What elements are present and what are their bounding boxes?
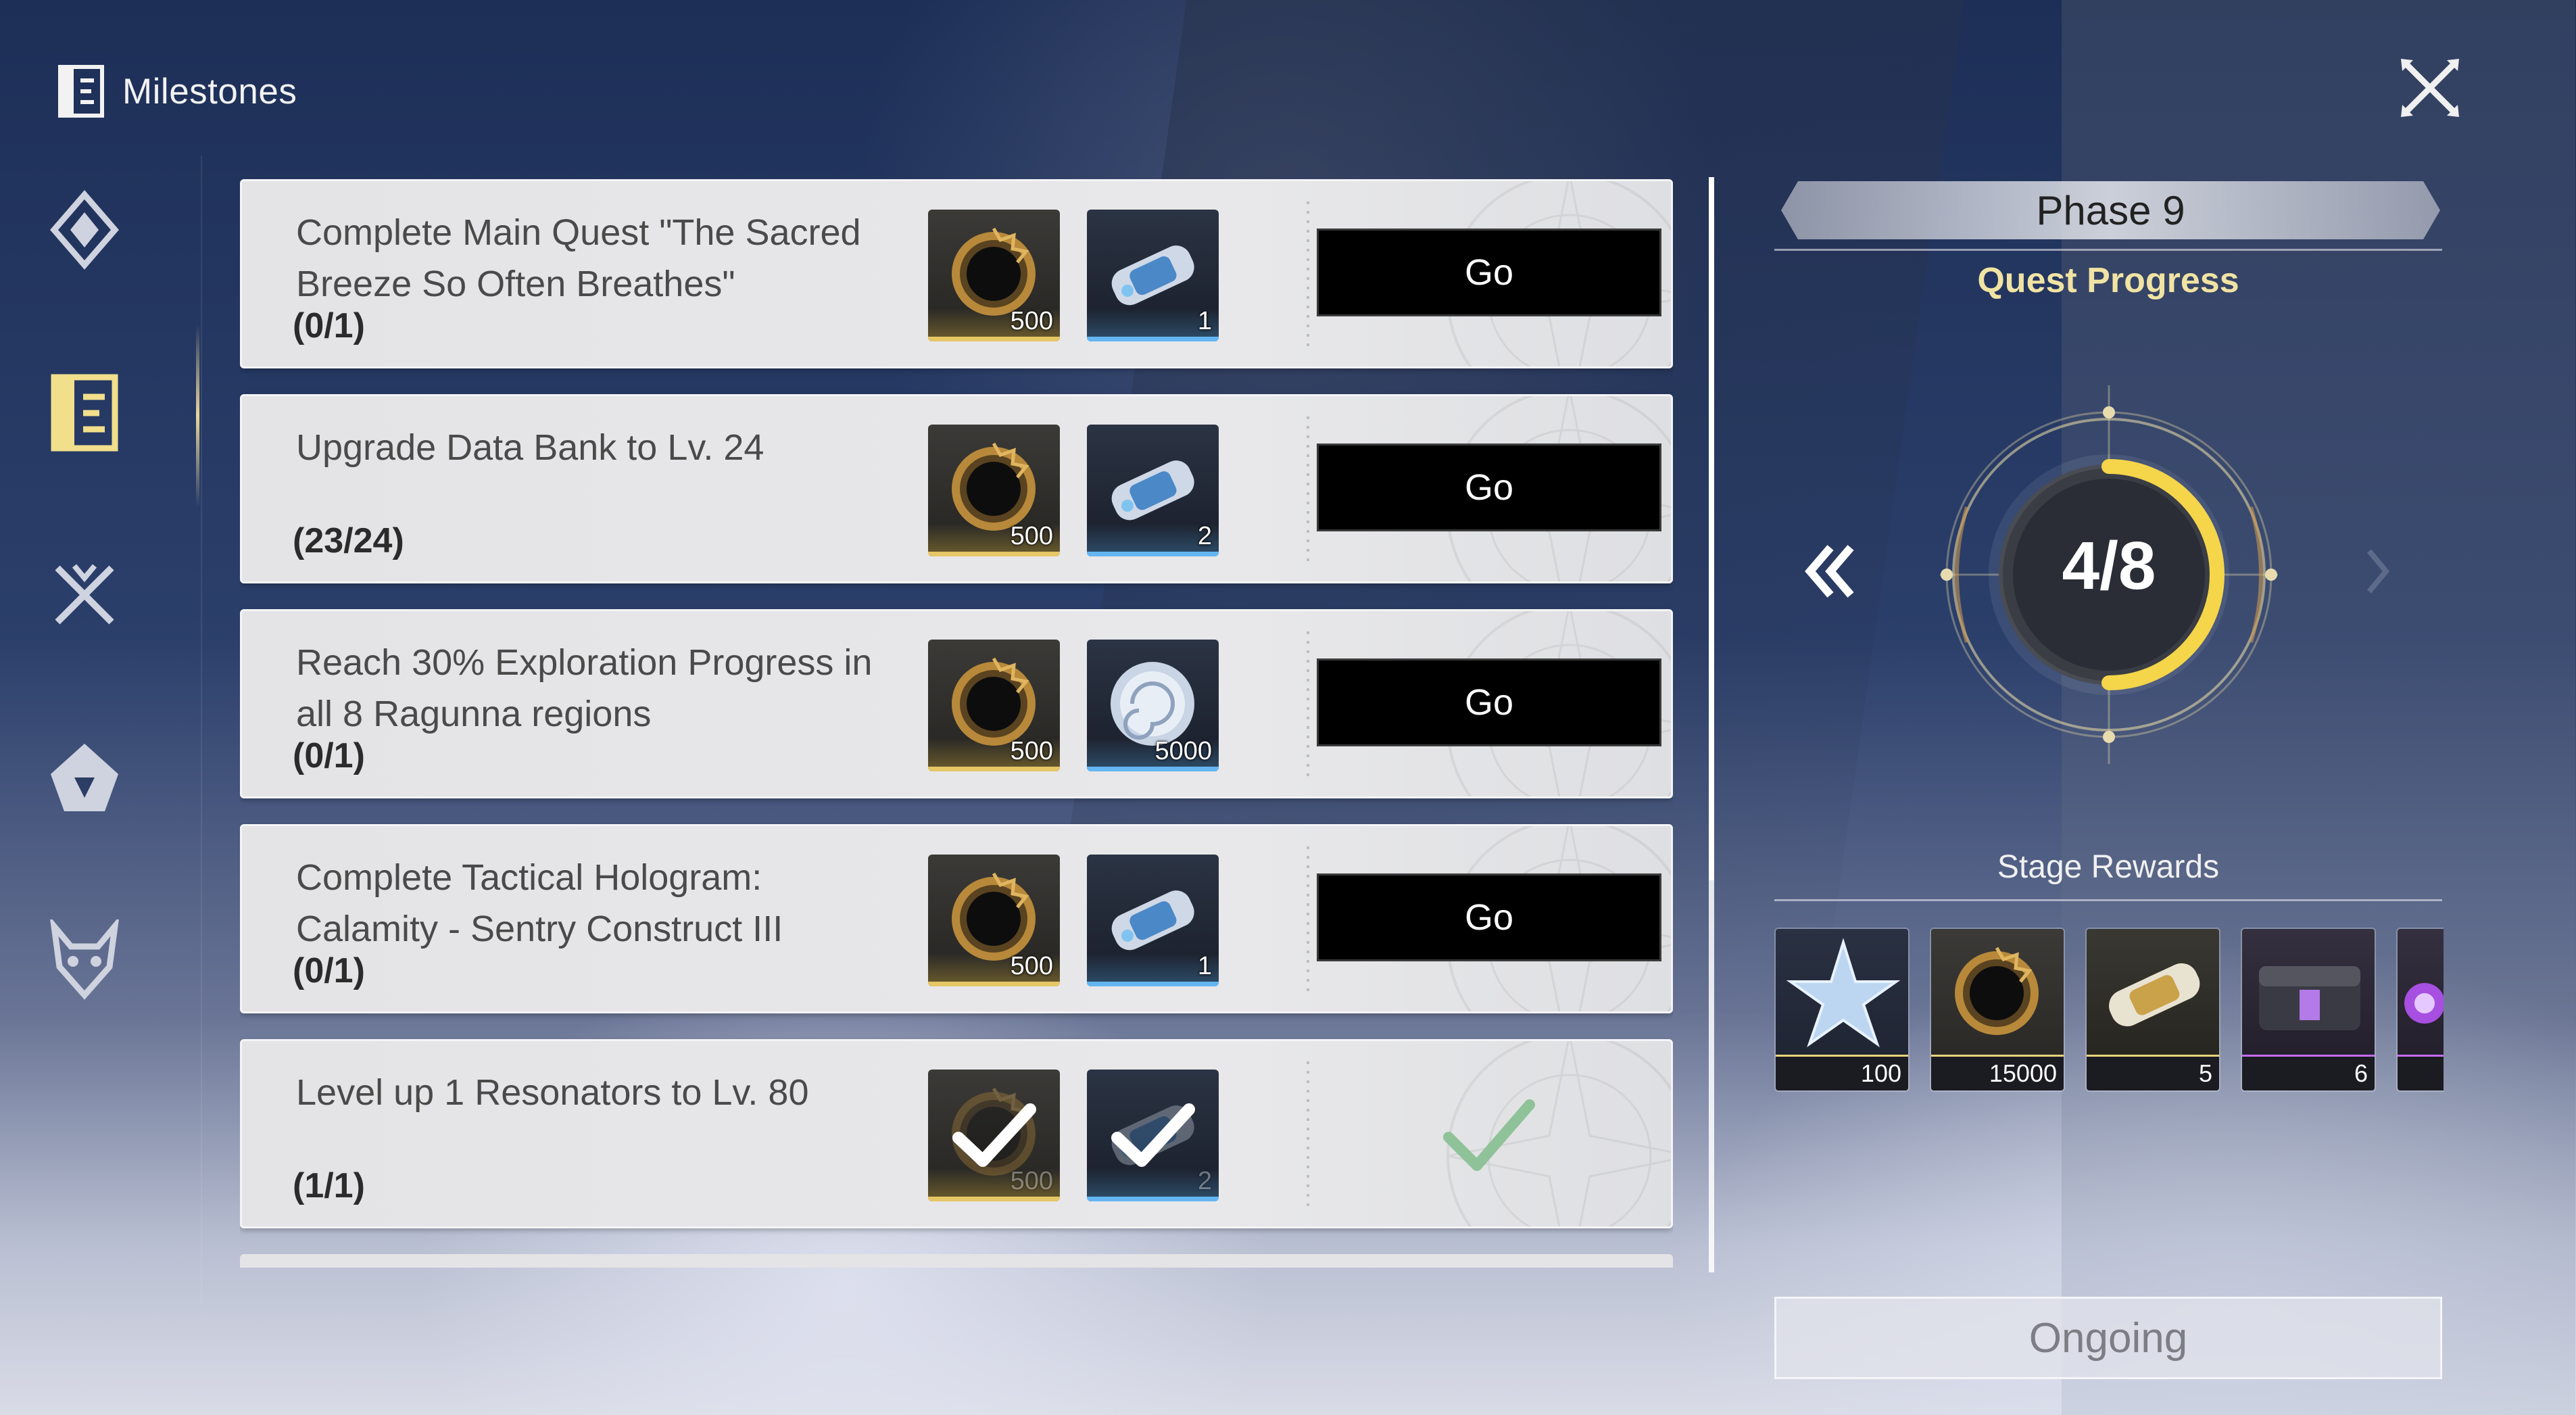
nav-item-boss[interactable] bbox=[37, 913, 132, 1007]
quest-reward-item[interactable]: 500 bbox=[928, 640, 1060, 771]
page-title: Milestones bbox=[122, 71, 297, 112]
quest-reward-item[interactable]: 500 bbox=[928, 855, 1060, 986]
milestones-logo-icon bbox=[58, 65, 104, 118]
quest-reward-item[interactable]: 5000 bbox=[1087, 640, 1219, 771]
quest-title: Complete Tactical Hologram: Calamity - S… bbox=[296, 857, 783, 949]
phase-title: Phase 9 bbox=[2036, 187, 2185, 233]
quest-card: Reach 30% Exploration Progress in all 8 … bbox=[240, 609, 1673, 798]
card-separator bbox=[1307, 1061, 1309, 1210]
quest-reward-item[interactable]: 500 bbox=[928, 425, 1060, 556]
claimed-check-icon bbox=[1087, 1070, 1219, 1201]
purple-item-icon bbox=[2398, 929, 2444, 1057]
quest-reward-item[interactable]: 1 bbox=[1087, 855, 1219, 986]
quest-reward-item[interactable]: 2 bbox=[1087, 1070, 1219, 1201]
card-separator bbox=[1307, 631, 1309, 780]
quest-card: Level up 1 Resonators to Lv. 80 (1/1) 50… bbox=[240, 1039, 1673, 1228]
card-separator bbox=[1307, 416, 1309, 565]
reward-count: 500 bbox=[1010, 952, 1053, 980]
rarity-stripe bbox=[1087, 337, 1219, 341]
nav-item-milestones[interactable] bbox=[37, 365, 132, 460]
quest-reward-item[interactable]: 500 bbox=[928, 1070, 1060, 1201]
supply-chest-icon bbox=[2242, 929, 2375, 1057]
star-crystal-icon bbox=[1776, 929, 1908, 1057]
stage-reward-item[interactable]: 6 bbox=[2241, 928, 2376, 1092]
phase-header: Phase 9 bbox=[1781, 181, 2440, 239]
stage-reward-item[interactable] bbox=[2396, 928, 2444, 1092]
quest-card: Complete Tactical Hologram: Calamity - S… bbox=[240, 824, 1673, 1013]
stage-reward-item[interactable]: 5 bbox=[2085, 928, 2220, 1092]
quest-progress: (0/1) bbox=[293, 951, 365, 990]
stage-reward-count: 6 bbox=[2354, 1059, 2368, 1087]
claimed-check-icon bbox=[928, 1070, 1060, 1201]
nav-active-indicator bbox=[196, 325, 199, 507]
rarity-stripe bbox=[1087, 982, 1219, 986]
stage-rewards-divider bbox=[1774, 899, 2442, 901]
nav-item-diamond[interactable] bbox=[37, 183, 132, 277]
close-icon[interactable] bbox=[2393, 51, 2467, 125]
quest-list[interactable]: Complete Main Quest "The Sacred Breeze S… bbox=[240, 179, 1673, 1268]
rarity-stripe bbox=[1087, 552, 1219, 556]
next-phase-icon[interactable] bbox=[2362, 544, 2403, 598]
stage-reward-item[interactable]: 100 bbox=[1774, 928, 1910, 1092]
quest-title: Upgrade Data Bank to Lv. 24 bbox=[296, 427, 764, 468]
nav-item-flame[interactable] bbox=[37, 730, 132, 825]
quest-progress: (0/1) bbox=[293, 736, 365, 775]
reward-count: 1 bbox=[1197, 307, 1212, 335]
rarity-stripe bbox=[928, 767, 1060, 771]
completed-check-icon bbox=[1443, 1099, 1535, 1171]
reward-count: 5000 bbox=[1155, 737, 1212, 765]
scrollbar-thumb[interactable] bbox=[1709, 177, 1714, 880]
demon-mask-icon bbox=[50, 919, 119, 1000]
quest-card-partial bbox=[240, 1254, 1673, 1268]
quest-progress-label: Quest Progress bbox=[1977, 261, 2239, 300]
quest-title: Reach 30% Exploration Progress in all 8 … bbox=[296, 642, 873, 734]
go-button[interactable]: Go bbox=[1317, 873, 1661, 961]
card-separator bbox=[1307, 201, 1309, 350]
stage-reward-count: 15000 bbox=[1989, 1059, 2057, 1087]
rarity-stripe bbox=[928, 552, 1060, 556]
quest-progress: (0/1) bbox=[293, 306, 365, 345]
nav-divider bbox=[201, 155, 202, 1305]
quest-reward-item[interactable]: 2 bbox=[1087, 425, 1219, 556]
progress-count: 4/8 bbox=[2062, 528, 2156, 604]
gold-capsule-icon bbox=[2087, 929, 2219, 1057]
quest-reward-item[interactable]: 1 bbox=[1087, 210, 1219, 341]
stage-rewards-label: Stage Rewards bbox=[1997, 849, 2220, 885]
milestones-icon bbox=[51, 374, 118, 451]
stage-rewards-list[interactable]: 100 15000 5 6 bbox=[1774, 928, 2444, 1093]
stage-reward-footer bbox=[2398, 1057, 2444, 1090]
quest-progress: (23/24) bbox=[293, 521, 404, 560]
quest-card: Upgrade Data Bank to Lv. 24 (23/24) 500 … bbox=[240, 394, 1673, 583]
phase-divider bbox=[1774, 249, 2442, 251]
reward-count: 500 bbox=[1010, 522, 1053, 550]
quest-reward-item[interactable]: 500 bbox=[928, 210, 1060, 341]
stage-reward-count: 100 bbox=[1860, 1059, 1901, 1087]
go-button[interactable]: Go bbox=[1317, 658, 1661, 746]
previous-phase-icon[interactable] bbox=[1803, 541, 1857, 602]
stage-reward-count: 5 bbox=[2198, 1059, 2212, 1087]
header: Milestones bbox=[57, 64, 297, 118]
go-button[interactable]: Go bbox=[1317, 443, 1661, 531]
quest-card: Complete Main Quest "The Sacred Breeze S… bbox=[240, 179, 1673, 368]
reward-count: 500 bbox=[1010, 307, 1053, 335]
crossed-swords-icon bbox=[55, 564, 114, 625]
ongoing-button[interactable]: Ongoing bbox=[1774, 1297, 2442, 1379]
card-separator bbox=[1307, 846, 1309, 995]
shell-credit-icon bbox=[1931, 929, 2064, 1057]
quest-title: Level up 1 Resonators to Lv. 80 bbox=[296, 1072, 809, 1113]
quest-title: Complete Main Quest "The Sacred Breeze S… bbox=[296, 212, 861, 304]
diamond-emblem-icon bbox=[50, 190, 119, 270]
reward-count: 1 bbox=[1197, 952, 1212, 980]
nav-item-combat[interactable] bbox=[37, 548, 132, 642]
rarity-stripe bbox=[1087, 767, 1219, 771]
go-button[interactable]: Go bbox=[1317, 229, 1661, 316]
stage-reward-item[interactable]: 15000 bbox=[1930, 928, 2065, 1092]
rarity-stripe bbox=[928, 982, 1060, 986]
reward-count: 500 bbox=[1010, 737, 1053, 765]
rarity-stripe bbox=[928, 337, 1060, 341]
reward-count: 2 bbox=[1197, 522, 1212, 550]
flame-emblem-icon bbox=[51, 744, 118, 811]
quest-progress: (1/1) bbox=[293, 1166, 365, 1205]
